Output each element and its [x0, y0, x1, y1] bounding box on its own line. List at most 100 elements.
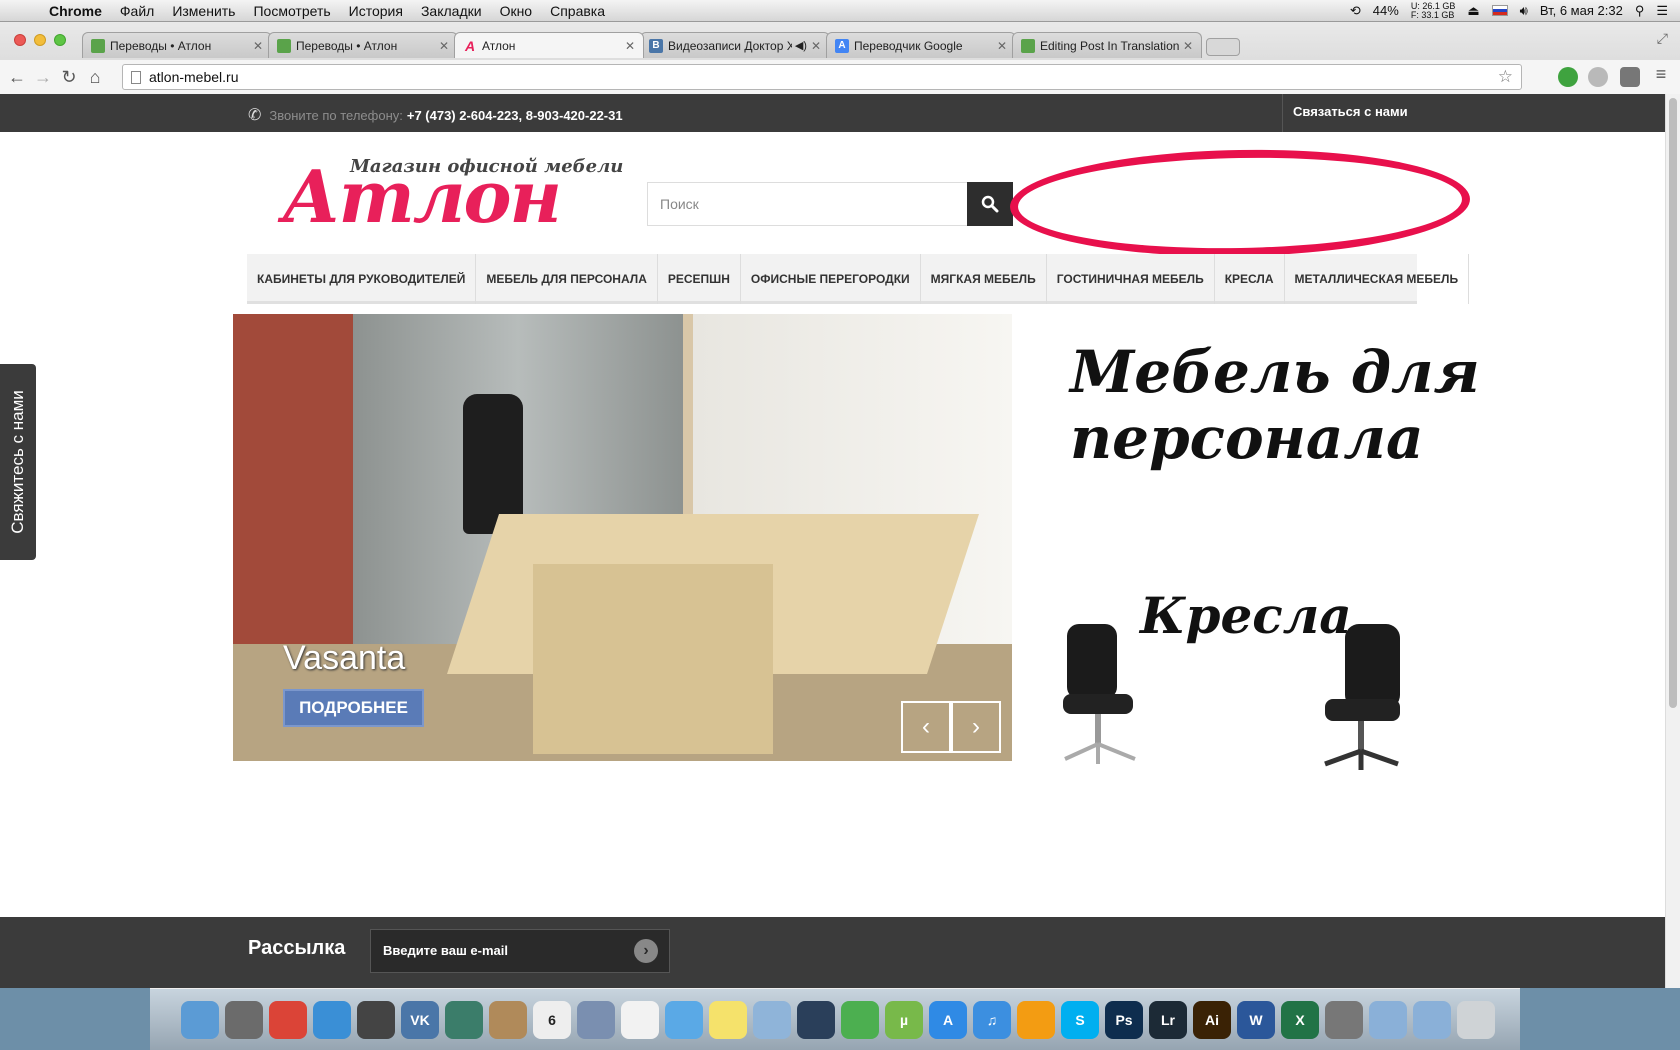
extension-gray-icon[interactable]: [1588, 67, 1608, 87]
menu-view[interactable]: Посмотреть: [244, 0, 339, 22]
minimize-window-button[interactable]: [34, 34, 46, 46]
zoom-window-button[interactable]: [54, 34, 66, 46]
dock-ibooks-icon[interactable]: [1017, 1000, 1055, 1039]
nav-metal-furniture[interactable]: МЕТАЛЛИЧЕСКАЯ МЕБЕЛЬ: [1285, 254, 1470, 304]
forward-button[interactable]: →: [30, 67, 56, 88]
dock-chrome-icon[interactable]: [269, 1000, 307, 1039]
tab-atlon-active[interactable]: A Атлон ✕: [454, 32, 644, 58]
home-button[interactable]: ⌂: [82, 67, 108, 88]
close-tab-icon[interactable]: ✕: [625, 39, 635, 53]
menu-file[interactable]: Файл: [111, 0, 163, 22]
close-tab-icon[interactable]: ✕: [253, 39, 263, 53]
notification-center-icon[interactable]: ☰: [1656, 3, 1668, 19]
page-scrollbar[interactable]: [1665, 94, 1680, 988]
newsletter-submit-arrow-icon[interactable]: ›: [634, 939, 658, 963]
contact-us-side-tab[interactable]: Свяжитесь с нами: [0, 364, 36, 560]
nav-staff-furniture[interactable]: МЕБЕЛЬ ДЛЯ ПЕРСОНАЛА: [476, 254, 658, 304]
tab-editing-post[interactable]: Editing Post In Translation ✕: [1012, 32, 1202, 58]
fullscreen-icon[interactable]: ⤢: [1657, 30, 1668, 47]
dock-applications-folder-icon[interactable]: [1369, 1000, 1407, 1039]
staff-furniture-banner[interactable]: Мебель для персонала: [1070, 339, 1480, 471]
dock-app-store-icon[interactable]: A: [929, 1000, 967, 1039]
bookmark-star-icon[interactable]: ☆: [1498, 67, 1513, 87]
dock-finder-icon[interactable]: [181, 1000, 219, 1039]
close-window-button[interactable]: [14, 34, 26, 46]
dock-system-preferences-icon[interactable]: [1325, 1000, 1363, 1039]
dock-safari-icon[interactable]: [313, 1000, 351, 1039]
close-tab-icon[interactable]: ✕: [997, 39, 1007, 53]
dock-vk-icon[interactable]: VK: [401, 1000, 439, 1039]
tab-google-translate[interactable]: A Переводчик Google ✕: [826, 32, 1016, 58]
chrome-menu-icon[interactable]: ≡: [1648, 64, 1674, 85]
dock-photoshop-icon[interactable]: Ps: [1105, 1000, 1143, 1039]
eject-icon[interactable]: ⏏: [1467, 3, 1479, 19]
slider-next-button[interactable]: ›: [951, 701, 1001, 753]
volume-icon[interactable]: 🔊︎: [1520, 3, 1528, 19]
audio-playing-icon[interactable]: ◀): [795, 39, 807, 52]
slider-prev-button[interactable]: ‹: [901, 701, 951, 753]
dock-leaf-icon[interactable]: [841, 1000, 879, 1039]
nav-executive-offices[interactable]: КАБИНЕТЫ ДЛЯ РУКОВОДИТЕЛЕЙ: [247, 254, 477, 304]
menu-edit[interactable]: Изменить: [163, 0, 244, 22]
dock-word-icon[interactable]: W: [1237, 1000, 1275, 1039]
dock-adium-icon[interactable]: [357, 1000, 395, 1039]
russian-flag-icon[interactable]: [1491, 5, 1508, 16]
contact-us-link[interactable]: Связаться с нами: [1282, 94, 1408, 132]
menu-app-chrome[interactable]: Chrome: [40, 0, 111, 22]
tab-translations-2[interactable]: Переводы • Атлон ✕: [268, 32, 458, 58]
dock-calendar-icon[interactable]: 6: [533, 1000, 571, 1039]
hero-slider[interactable]: Vasanta ПОДРОБНЕЕ ‹ ›: [233, 314, 1012, 761]
dock-utorrent-icon[interactable]: µ: [885, 1000, 923, 1039]
close-tab-icon[interactable]: ✕: [439, 39, 449, 53]
new-tab-button[interactable]: [1206, 38, 1240, 56]
clock[interactable]: Вт, 6 мая 2:32: [1540, 3, 1623, 18]
dock-itunes-icon[interactable]: ♫: [973, 1000, 1011, 1039]
dock-launchpad-icon[interactable]: [225, 1000, 263, 1039]
nav-soft-furniture[interactable]: МЯГКАЯ МЕБЕЛЬ: [921, 254, 1047, 304]
dock-reminders-icon[interactable]: [621, 1000, 659, 1039]
menu-history[interactable]: История: [340, 0, 412, 22]
close-tab-icon[interactable]: ✕: [811, 39, 821, 53]
extension-square-icon[interactable]: [1620, 67, 1640, 87]
newsletter-email-input[interactable]: Введите ваш e-mail: [370, 929, 670, 973]
dock-contacts-icon[interactable]: [489, 1000, 527, 1039]
dock-skype-icon[interactable]: S: [1061, 1000, 1099, 1039]
scrollbar-thumb[interactable]: [1669, 98, 1677, 708]
dock-trash-icon[interactable]: [1457, 1000, 1495, 1039]
nav-reception[interactable]: РЕСЕПШН: [658, 254, 741, 304]
menu-window[interactable]: Окно: [491, 0, 542, 22]
close-tab-icon[interactable]: ✕: [1183, 39, 1193, 53]
nav-hotel-furniture[interactable]: ГОСТИНИЧНАЯ МЕБЕЛЬ: [1047, 254, 1215, 304]
search-button[interactable]: [967, 182, 1013, 226]
banner-line-1: Мебель для: [1070, 338, 1480, 406]
phone-number[interactable]: +7 (473) 2-604-223, 8-903-420-22-31: [407, 108, 623, 123]
address-bar[interactable]: atlon-mebel.ru ☆: [122, 64, 1522, 90]
spotlight-icon[interactable]: ⚲: [1635, 3, 1645, 19]
nav-chairs[interactable]: КРЕСЛА: [1215, 254, 1285, 304]
dock-preview-icon[interactable]: [577, 1000, 615, 1039]
office-chair-left-image[interactable]: [1055, 624, 1145, 769]
dock-downloads-folder-icon[interactable]: [1413, 1000, 1451, 1039]
dock-messages-icon[interactable]: [665, 1000, 703, 1039]
tab-translations-1[interactable]: Переводы • Атлон ✕: [82, 32, 272, 58]
dock-photo-icon[interactable]: [753, 1000, 791, 1039]
slide-more-button[interactable]: ПОДРОБНЕЕ: [283, 689, 424, 727]
site-topbar: ✆ Звоните по телефону: +7 (473) 2-604-22…: [0, 94, 1665, 132]
slide-title: Vasanta: [283, 639, 406, 677]
reload-button[interactable]: ↻: [56, 67, 82, 88]
back-button[interactable]: ←: [4, 67, 30, 88]
dock-illustrator-icon[interactable]: Ai: [1193, 1000, 1231, 1039]
dock-excel-icon[interactable]: X: [1281, 1000, 1319, 1039]
nav-office-partitions[interactable]: ОФИСНЫЕ ПЕРЕГОРОДКИ: [741, 254, 921, 304]
menu-bookmarks[interactable]: Закладки: [412, 0, 491, 22]
tab-vk-video[interactable]: B Видеозаписи Доктор Х ◀) ✕: [640, 32, 830, 58]
dock-lightroom-icon[interactable]: Lr: [1149, 1000, 1187, 1039]
dock-steam-icon[interactable]: [797, 1000, 835, 1039]
office-chair-right-image[interactable]: [1310, 624, 1410, 774]
dock-network-icon[interactable]: [445, 1000, 483, 1039]
menu-help[interactable]: Справка: [541, 0, 614, 22]
search-input[interactable]: Поиск: [647, 182, 969, 226]
extension-green-icon[interactable]: [1558, 67, 1578, 87]
dock-stickies-icon[interactable]: [709, 1000, 747, 1039]
time-machine-icon[interactable]: ⟲: [1350, 3, 1361, 19]
